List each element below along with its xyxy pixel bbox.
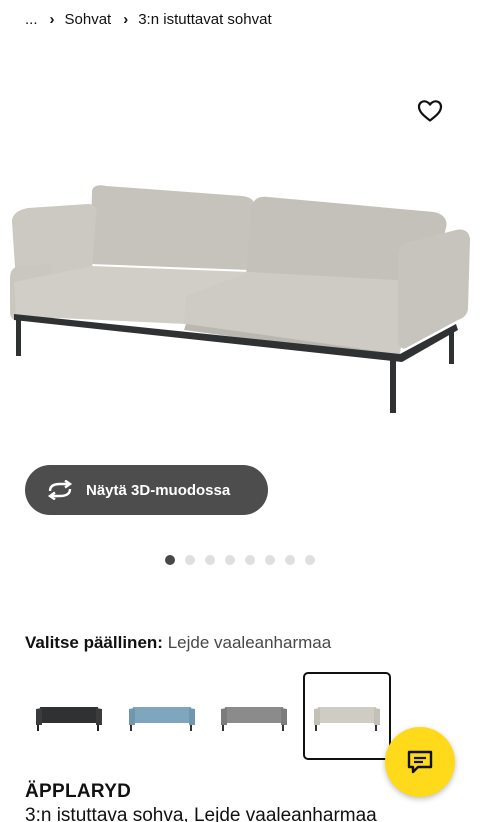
favorite-button[interactable] (416, 97, 444, 125)
swatch-dark-gray[interactable] (25, 672, 113, 760)
breadcrumb-sofas[interactable]: Sohvat (65, 11, 112, 28)
cover-selector-label: Valitse päällinen: Lejde vaaleanharmaa (25, 633, 331, 653)
pagination-dot[interactable] (265, 555, 275, 565)
product-name: ÄPPLARYD (25, 781, 132, 802)
chat-bubble-icon (407, 750, 433, 774)
cover-selected-value: Lejde vaaleanharmaa (167, 633, 332, 652)
pagination-dot[interactable] (225, 555, 235, 565)
chevron-right-icon: › (123, 10, 129, 28)
rotate-arrows-icon (46, 479, 74, 501)
heart-outline-icon (417, 100, 443, 122)
breadcrumb-3-seat-sofas[interactable]: 3:n istuttavat sohvat (138, 11, 271, 28)
chevron-right-icon: › (49, 10, 55, 28)
pagination-dot[interactable] (185, 555, 195, 565)
chat-button[interactable] (385, 727, 455, 797)
product-image[interactable] (6, 178, 474, 418)
pagination-dot[interactable] (305, 555, 315, 565)
swatch-blue[interactable] (118, 672, 206, 760)
view-3d-label: Näytä 3D-muodossa (86, 481, 231, 499)
pagination-dot[interactable] (205, 555, 215, 565)
product-description: 3:n istuttava sohva, Lejde vaaleanharmaa (25, 805, 377, 822)
breadcrumb-ellipsis[interactable]: ... (25, 11, 38, 28)
cover-label-title: Valitse päällinen: (25, 633, 163, 652)
pagination-dot[interactable] (165, 555, 175, 565)
view-3d-button[interactable]: Näytä 3D-muodossa (25, 465, 268, 515)
image-pagination (165, 555, 325, 565)
pagination-dot[interactable] (285, 555, 295, 565)
swatch-gray[interactable] (210, 672, 298, 760)
swatch-light-gray[interactable] (303, 672, 391, 760)
breadcrumb: ... › Sohvat › 3:n istuttavat sohvat (25, 8, 272, 30)
pagination-dot[interactable] (245, 555, 255, 565)
